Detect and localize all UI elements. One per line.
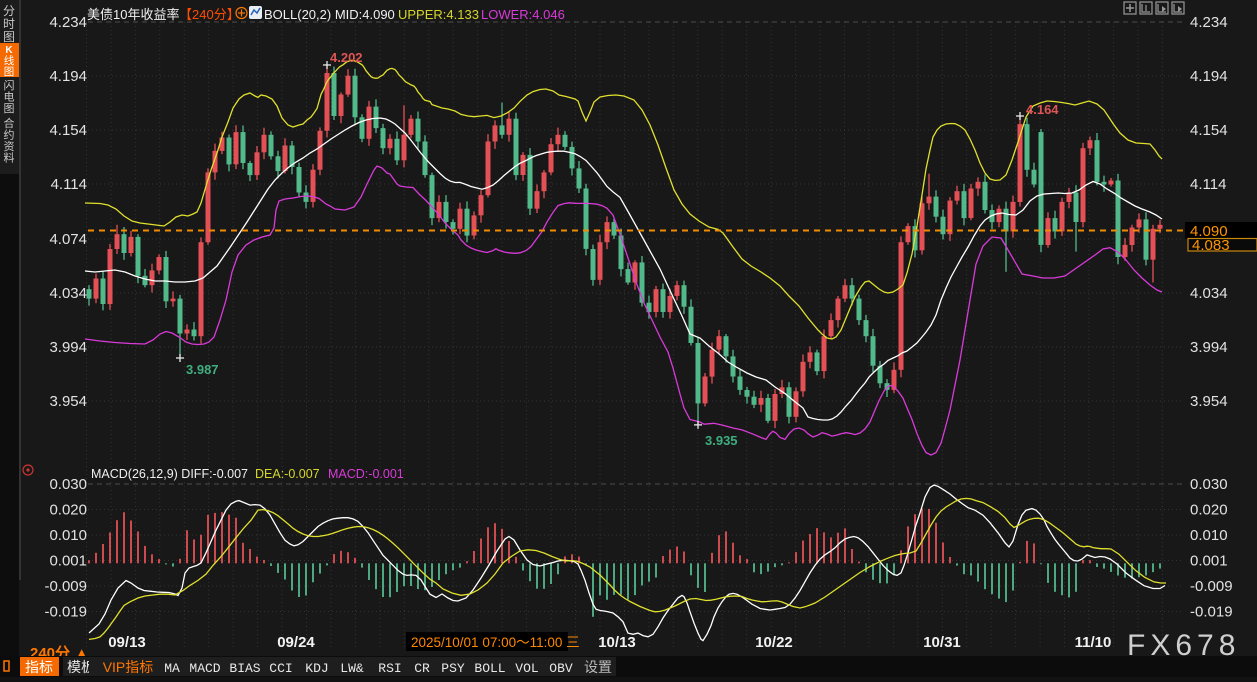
svg-text:VIP指标: VIP指标 bbox=[103, 659, 154, 675]
svg-text:0.001: 0.001 bbox=[49, 553, 87, 570]
svg-text:4.234: 4.234 bbox=[49, 14, 87, 31]
svg-text:10/22: 10/22 bbox=[755, 634, 793, 651]
svg-text:4.234: 4.234 bbox=[1190, 14, 1228, 31]
svg-text:4.114: 4.114 bbox=[51, 176, 87, 193]
svg-text:MACD:-0.001: MACD:-0.001 bbox=[328, 467, 404, 481]
svg-text:09/24: 09/24 bbox=[277, 634, 315, 651]
svg-text:闪: 闪 bbox=[4, 78, 15, 92]
svg-text:【240分】: 【240分】 bbox=[179, 7, 240, 22]
svg-text:MACD(26,12,9) DIFF:-0.007: MACD(26,12,9) DIFF:-0.007 bbox=[91, 467, 248, 481]
svg-text:KDJ: KDJ bbox=[305, 661, 328, 676]
svg-text:UPPER:4.133: UPPER:4.133 bbox=[398, 7, 479, 22]
svg-text:-0.009: -0.009 bbox=[44, 578, 87, 595]
svg-text:-0.019: -0.019 bbox=[1190, 604, 1233, 621]
svg-text:LOWER:4.046: LOWER:4.046 bbox=[481, 7, 565, 22]
svg-text:MACD: MACD bbox=[189, 661, 220, 676]
svg-text:PSY: PSY bbox=[441, 661, 465, 676]
svg-text:VOL: VOL bbox=[515, 661, 538, 676]
svg-text:图: 图 bbox=[4, 102, 15, 115]
svg-text:09/13: 09/13 bbox=[108, 634, 146, 651]
svg-text:图: 图 bbox=[4, 66, 15, 78]
svg-text:2025/10/01 07:00～11:00 三: 2025/10/01 07:00～11:00 三 bbox=[411, 635, 580, 650]
svg-text:0.010: 0.010 bbox=[49, 527, 87, 544]
svg-text:11/10: 11/10 bbox=[1075, 634, 1112, 651]
svg-text:料: 料 bbox=[4, 151, 15, 165]
svg-text:10/13: 10/13 bbox=[598, 634, 636, 651]
svg-text:电: 电 bbox=[4, 91, 15, 104]
svg-text:3.954: 3.954 bbox=[1190, 393, 1228, 410]
svg-text:资: 资 bbox=[4, 140, 15, 153]
svg-text:4.194: 4.194 bbox=[49, 68, 87, 85]
svg-text:-0.019: -0.019 bbox=[44, 604, 87, 621]
svg-text:分: 分 bbox=[3, 4, 15, 18]
svg-text:4.083: 4.083 bbox=[1192, 237, 1230, 254]
svg-text:0.020: 0.020 bbox=[49, 502, 87, 519]
svg-text:4.034: 4.034 bbox=[49, 285, 87, 302]
svg-text:4.194: 4.194 bbox=[1190, 68, 1228, 85]
svg-text:3.954: 3.954 bbox=[49, 393, 87, 410]
svg-text:BOLL(20,2) MID:4.090: BOLL(20,2) MID:4.090 bbox=[264, 7, 395, 22]
svg-text:时: 时 bbox=[3, 17, 15, 31]
svg-text:-0.009: -0.009 bbox=[1190, 578, 1233, 595]
svg-text:4.154: 4.154 bbox=[1190, 122, 1228, 139]
svg-text:DEA:-0.007: DEA:-0.007 bbox=[255, 467, 320, 481]
svg-text:OBV: OBV bbox=[549, 661, 573, 676]
svg-text:4.154: 4.154 bbox=[49, 122, 87, 139]
svg-text:指标: 指标 bbox=[25, 659, 53, 675]
svg-text:4.034: 4.034 bbox=[1190, 285, 1228, 302]
svg-text:10/31: 10/31 bbox=[923, 634, 961, 651]
svg-text:0.020: 0.020 bbox=[1190, 502, 1228, 519]
svg-text:4.202: 4.202 bbox=[330, 50, 363, 65]
svg-text:RSI: RSI bbox=[378, 661, 401, 676]
svg-text:4.114: 4.114 bbox=[1190, 176, 1226, 193]
svg-text:美债10年收益率: 美债10年收益率 bbox=[87, 7, 179, 22]
svg-text:3.994: 3.994 bbox=[49, 339, 87, 356]
svg-text:3.994: 3.994 bbox=[1190, 339, 1228, 356]
svg-text:BIAS: BIAS bbox=[229, 661, 260, 676]
svg-text:CR: CR bbox=[414, 661, 430, 676]
svg-text:设置: 设置 bbox=[584, 659, 612, 675]
svg-text:MA: MA bbox=[164, 661, 180, 676]
svg-text:图: 图 bbox=[3, 30, 15, 44]
svg-text:CCI: CCI bbox=[269, 661, 292, 676]
svg-text:0.010: 0.010 bbox=[1190, 527, 1228, 544]
svg-text:LW&: LW& bbox=[340, 661, 364, 676]
svg-text:合: 合 bbox=[4, 116, 15, 130]
svg-text:0.001: 0.001 bbox=[1190, 553, 1228, 570]
svg-text:BOLL: BOLL bbox=[474, 661, 505, 676]
svg-text:4.074: 4.074 bbox=[49, 231, 87, 248]
svg-text:3.987: 3.987 bbox=[186, 362, 219, 377]
svg-text:0.030: 0.030 bbox=[1190, 476, 1228, 493]
svg-text:3.935: 3.935 bbox=[705, 433, 738, 448]
svg-text:4.164: 4.164 bbox=[1026, 102, 1059, 117]
svg-text:约: 约 bbox=[4, 129, 15, 142]
svg-text:0.030: 0.030 bbox=[49, 476, 87, 493]
